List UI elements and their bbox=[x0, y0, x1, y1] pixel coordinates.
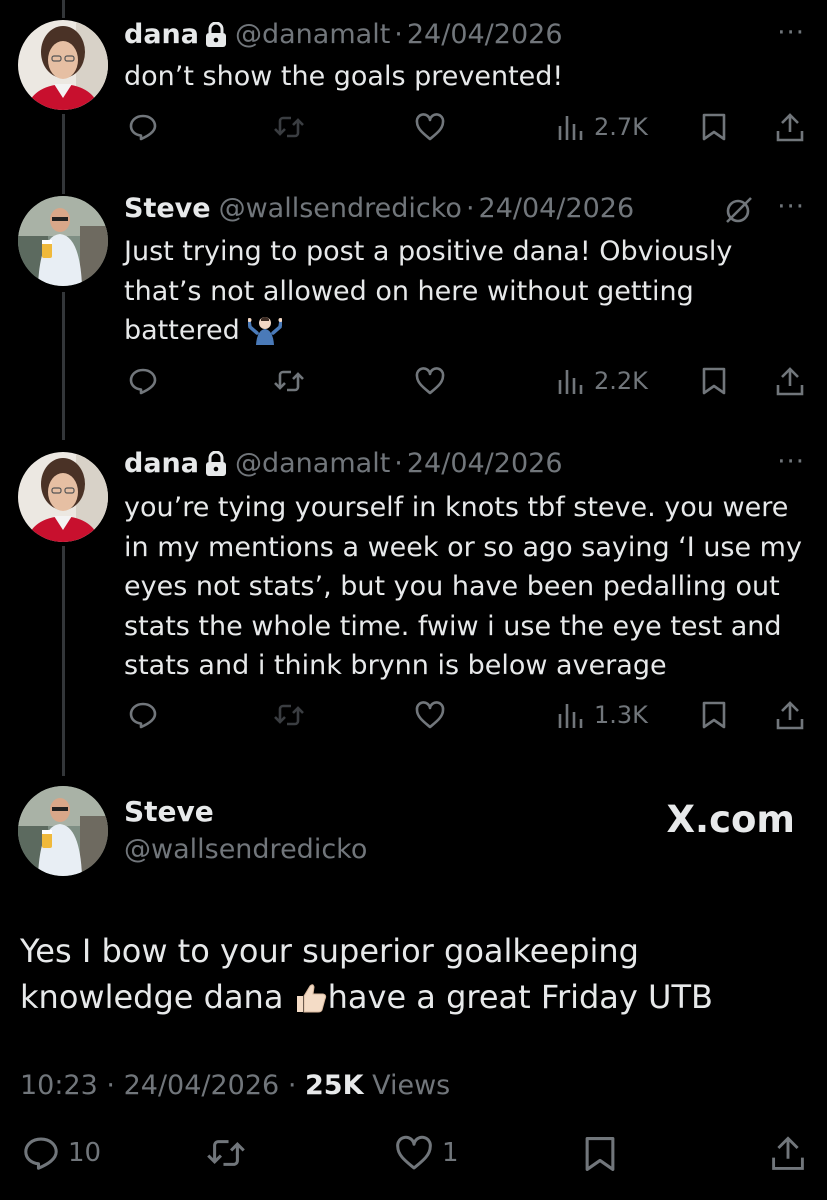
main-author[interactable]: Steve @wallsendredicko bbox=[124, 795, 367, 867]
author-name[interactable]: dana bbox=[124, 447, 199, 481]
views-icon bbox=[556, 700, 586, 730]
reply-icon bbox=[22, 1134, 60, 1172]
more-icon[interactable]: ··· bbox=[777, 447, 805, 477]
main-time[interactable]: 10:23 bbox=[20, 1070, 98, 1101]
retweet-button[interactable] bbox=[272, 700, 306, 730]
main-text-part2: have a great Friday UTB bbox=[327, 978, 713, 1016]
share-button[interactable] bbox=[770, 1134, 806, 1174]
main-avatar[interactable] bbox=[18, 786, 108, 876]
like-button[interactable] bbox=[414, 700, 446, 730]
separator: · bbox=[287, 1070, 297, 1101]
bookmark-icon bbox=[582, 1134, 618, 1174]
reply-count: 10 bbox=[68, 1138, 102, 1168]
tweet[interactable]: dana @danamalt · 24/04/2026 ··· you’re t… bbox=[0, 0, 827, 760]
share-button[interactable] bbox=[775, 700, 805, 732]
lock-icon bbox=[205, 451, 227, 477]
main-tweet-text: Yes I bow to your superior goalkeeping k… bbox=[20, 928, 810, 1026]
tweet-actions: 1.3K bbox=[0, 700, 827, 736]
main-date[interactable]: 24/04/2026 bbox=[124, 1070, 280, 1101]
main-author-handle[interactable]: @wallsendredicko bbox=[124, 833, 367, 867]
bookmark-button[interactable] bbox=[700, 700, 728, 730]
retweet-icon bbox=[204, 1134, 248, 1172]
thumbs-up-emoji bbox=[294, 980, 328, 1026]
main-actions: 10 1 bbox=[0, 1134, 827, 1174]
main-views-label: Views bbox=[372, 1070, 451, 1101]
share-icon bbox=[770, 1134, 806, 1174]
tweet-header: dana @danamalt · 24/04/2026 bbox=[124, 447, 563, 481]
bookmark-icon bbox=[700, 700, 728, 730]
tweet-date[interactable]: 24/04/2026 bbox=[407, 447, 563, 481]
views-count: 1.3K bbox=[594, 701, 648, 729]
separator: · bbox=[394, 448, 403, 479]
main-views-count: 25K bbox=[305, 1070, 364, 1101]
separator: · bbox=[106, 1070, 115, 1101]
bookmark-button[interactable] bbox=[582, 1134, 618, 1174]
like-button[interactable]: 1 bbox=[394, 1134, 459, 1172]
like-icon bbox=[414, 700, 446, 730]
reply-button[interactable] bbox=[128, 700, 158, 730]
avatar[interactable] bbox=[18, 452, 108, 542]
retweet-button[interactable] bbox=[204, 1134, 248, 1172]
reply-button[interactable]: 10 bbox=[22, 1134, 101, 1172]
main-tweet-meta: 10:23 · 24/04/2026 · 25K Views bbox=[20, 1068, 450, 1104]
reply-icon bbox=[128, 700, 158, 730]
tweet-text: you’re tying yourself in knots tbf steve… bbox=[124, 492, 802, 681]
retweet-icon bbox=[272, 700, 306, 730]
views-button[interactable]: 1.3K bbox=[556, 700, 648, 730]
xcom-watermark: X.com bbox=[666, 798, 796, 841]
share-icon bbox=[775, 700, 805, 732]
main-author-name[interactable]: Steve bbox=[124, 795, 367, 829]
author-handle[interactable]: @danamalt bbox=[235, 447, 390, 481]
like-icon bbox=[394, 1134, 434, 1172]
like-count: 1 bbox=[442, 1138, 459, 1168]
